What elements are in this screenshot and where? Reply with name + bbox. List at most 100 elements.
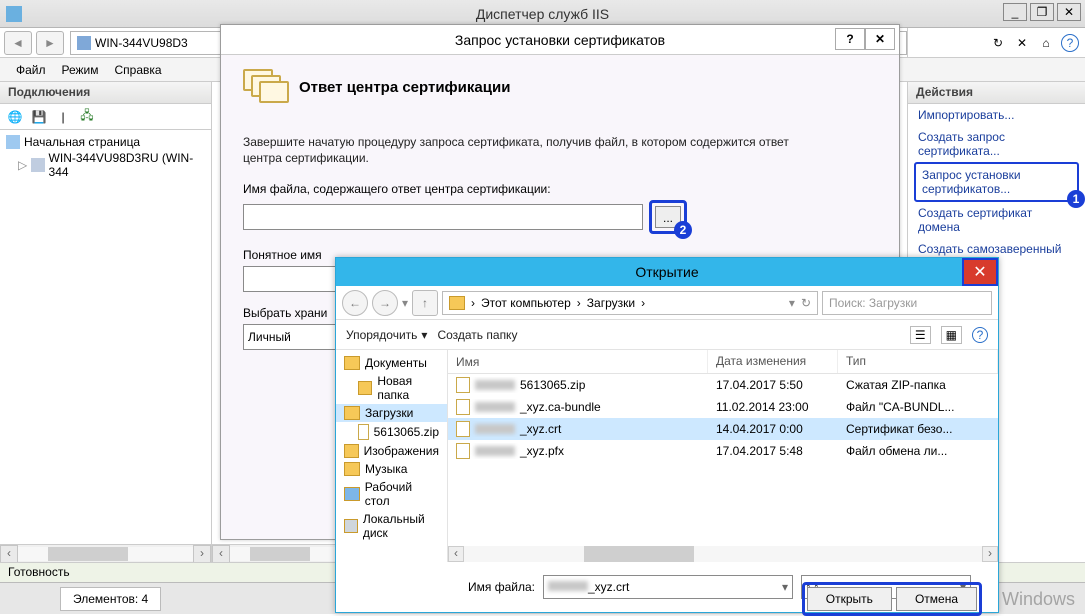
browse-highlight: ... 2 bbox=[649, 200, 687, 234]
cert-dialog-close-button[interactable]: ✕ bbox=[865, 28, 895, 50]
status-ready: Готовность bbox=[8, 565, 70, 579]
open-filename-combo[interactable]: _xyz.crt ▾ bbox=[543, 575, 793, 599]
connections-panel: Подключения 🌐 💾 | 🖧 Начальная страница ▷… bbox=[0, 82, 212, 562]
file-icon bbox=[456, 399, 470, 415]
open-path-box[interactable]: › Этот компьютер › Загрузки › ▾ ↻ bbox=[442, 291, 818, 315]
annotation-badge-2: 2 bbox=[674, 221, 692, 239]
col-date[interactable]: Дата изменения bbox=[708, 350, 838, 373]
page-icon bbox=[6, 135, 20, 149]
folder-icon bbox=[344, 444, 359, 458]
file-icon bbox=[456, 377, 470, 393]
open-button[interactable]: Открыть bbox=[807, 587, 892, 611]
preview-pane-icon[interactable]: ▦ bbox=[941, 326, 962, 344]
action-install-request[interactable]: Запрос установки сертификатов... bbox=[920, 166, 1073, 198]
open-dialog-close-button[interactable]: ✕ bbox=[962, 258, 998, 286]
scroll-right-icon[interactable]: › bbox=[982, 546, 998, 562]
file-row[interactable]: _xyz.crt14.04.2017 0:00Сертификат безо..… bbox=[448, 418, 998, 440]
action-domain-cert[interactable]: Создать сертификат домена bbox=[908, 202, 1085, 238]
minimize-button[interactable]: _ bbox=[1003, 3, 1027, 21]
tree-local-disk[interactable]: Локальный диск bbox=[336, 510, 447, 542]
refresh-icon[interactable]: ↻ bbox=[989, 34, 1007, 52]
scroll-thumb[interactable] bbox=[584, 546, 694, 562]
scroll-left-icon[interactable]: ‹ bbox=[0, 545, 18, 563]
cert-dialog-help-button[interactable]: ? bbox=[835, 28, 865, 50]
folder-icon bbox=[449, 296, 465, 310]
breadcrumb-text: WIN-344VU98D3 bbox=[95, 36, 188, 50]
open-help-icon[interactable]: ? bbox=[972, 327, 988, 343]
open-search-placeholder: Поиск: Загрузки bbox=[829, 296, 917, 310]
tree-new-folder[interactable]: Новая папка bbox=[336, 372, 447, 404]
menu-help[interactable]: Справка bbox=[115, 63, 162, 77]
cert-file-input[interactable] bbox=[243, 204, 643, 230]
scroll-left-icon[interactable]: ‹ bbox=[448, 546, 464, 562]
path-sep: › bbox=[577, 296, 581, 310]
path-dropdown-icon[interactable]: ▾ bbox=[789, 296, 795, 310]
tree-server[interactable]: ▷ WIN-344VU98D3RU (WIN-344 bbox=[4, 150, 207, 180]
cancel-button[interactable]: Отмена bbox=[896, 587, 977, 611]
nav-forward-button[interactable]: ► bbox=[36, 31, 64, 55]
history-dropdown-icon[interactable]: ▾ bbox=[402, 296, 408, 310]
tree-zip-file[interactable]: 5613065.zip bbox=[336, 422, 447, 442]
stop-icon[interactable]: ✕ bbox=[1013, 34, 1031, 52]
cert-dialog-description: Завершите начатую процедуру запроса серт… bbox=[243, 135, 803, 166]
open-file-list: Имя Дата изменения Тип 5613065.zip17.04.… bbox=[448, 350, 998, 562]
menu-mode[interactable]: Режим bbox=[62, 63, 99, 77]
file-row[interactable]: _xyz.ca-bundle11.02.2014 23:00Файл "CA-B… bbox=[448, 396, 998, 418]
tree-start-page[interactable]: Начальная страница bbox=[4, 134, 207, 150]
cert-file-label: Имя файла, содержащего ответ центра серт… bbox=[243, 182, 877, 196]
col-type[interactable]: Тип bbox=[838, 350, 998, 373]
close-button[interactable]: ✕ bbox=[1057, 3, 1081, 21]
view-mode-icon[interactable]: ☰ bbox=[910, 326, 931, 344]
action-install-request-highlight: Запрос установки сертификатов... 1 bbox=[914, 162, 1079, 202]
tree-music[interactable]: Музыка bbox=[336, 460, 447, 478]
menu-file[interactable]: Файл bbox=[16, 63, 46, 77]
scroll-left-icon[interactable]: ‹ bbox=[212, 545, 230, 563]
help-icon[interactable]: ? bbox=[1061, 34, 1079, 52]
scroll-thumb[interactable] bbox=[250, 547, 310, 561]
blurred-prefix bbox=[475, 424, 515, 434]
blurred-prefix bbox=[548, 581, 588, 591]
nav-back-button[interactable]: ◄ bbox=[4, 31, 32, 55]
file-row[interactable]: _xyz.pfx17.04.2017 5:48Файл обмена ли... bbox=[448, 440, 998, 462]
globe-icon[interactable]: 🌐 bbox=[6, 108, 24, 126]
app-title: Диспетчер служб IIS bbox=[476, 6, 609, 22]
tree-images[interactable]: Изображения bbox=[336, 442, 447, 460]
path-sep: › bbox=[471, 296, 475, 310]
open-up-button[interactable]: ↑ bbox=[412, 290, 438, 316]
tree-downloads[interactable]: Загрузки bbox=[336, 404, 447, 422]
toolbar-right: ↻ ✕ ⌂ ? bbox=[907, 28, 1085, 58]
maximize-button[interactable]: ❐ bbox=[1030, 3, 1054, 21]
col-name[interactable]: Имя bbox=[448, 350, 708, 373]
home-icon[interactable]: ⌂ bbox=[1037, 34, 1055, 52]
folder-icon bbox=[344, 356, 360, 370]
file-open-dialog: Открытие ✕ ← → ▾ ↑ › Этот компьютер › За… bbox=[335, 257, 999, 613]
open-search-input[interactable]: Поиск: Загрузки bbox=[822, 291, 992, 315]
open-fwd-button[interactable]: → bbox=[372, 290, 398, 316]
server-add-icon[interactable]: 🖧 bbox=[78, 108, 96, 126]
new-folder-button[interactable]: Создать папку bbox=[437, 328, 517, 342]
save-icon[interactable]: 💾 bbox=[30, 108, 48, 126]
open-back-button[interactable]: ← bbox=[342, 290, 368, 316]
action-import[interactable]: Импортировать... bbox=[908, 104, 1085, 126]
expand-icon[interactable]: ▷ bbox=[18, 158, 27, 172]
scroll-thumb[interactable] bbox=[48, 547, 128, 561]
open-dialog-titlebar: Открытие ✕ bbox=[336, 258, 998, 286]
connections-hscroll[interactable]: ‹ › bbox=[0, 544, 211, 562]
path-refresh-icon[interactable]: ↻ bbox=[801, 296, 811, 310]
list-hscroll[interactable]: ‹ › bbox=[448, 546, 998, 562]
folder-icon bbox=[358, 381, 372, 395]
open-dialog-toolbar: Упорядочить Создать папку ☰ ▦ ? bbox=[336, 320, 998, 350]
tree-documents[interactable]: Документы bbox=[336, 354, 447, 372]
file-row[interactable]: 5613065.zip17.04.2017 5:50Сжатая ZIP-пап… bbox=[448, 374, 998, 396]
zip-file-icon bbox=[358, 424, 369, 440]
path-downloads[interactable]: Загрузки bbox=[587, 296, 635, 310]
scroll-right-icon[interactable]: › bbox=[193, 545, 211, 563]
path-pc[interactable]: Этот компьютер bbox=[481, 296, 571, 310]
action-create-request[interactable]: Создать запрос сертификата... bbox=[908, 126, 1085, 162]
open-dialog-title: Открытие bbox=[635, 264, 698, 280]
tree-desktop[interactable]: Рабочий стол bbox=[336, 478, 447, 510]
cert-dialog-heading: Ответ центра сертификации bbox=[299, 79, 510, 96]
blurred-prefix bbox=[475, 380, 515, 390]
cert-dialog-title: Запрос установки сертификатов bbox=[455, 32, 665, 48]
organize-button[interactable]: Упорядочить bbox=[346, 328, 427, 342]
